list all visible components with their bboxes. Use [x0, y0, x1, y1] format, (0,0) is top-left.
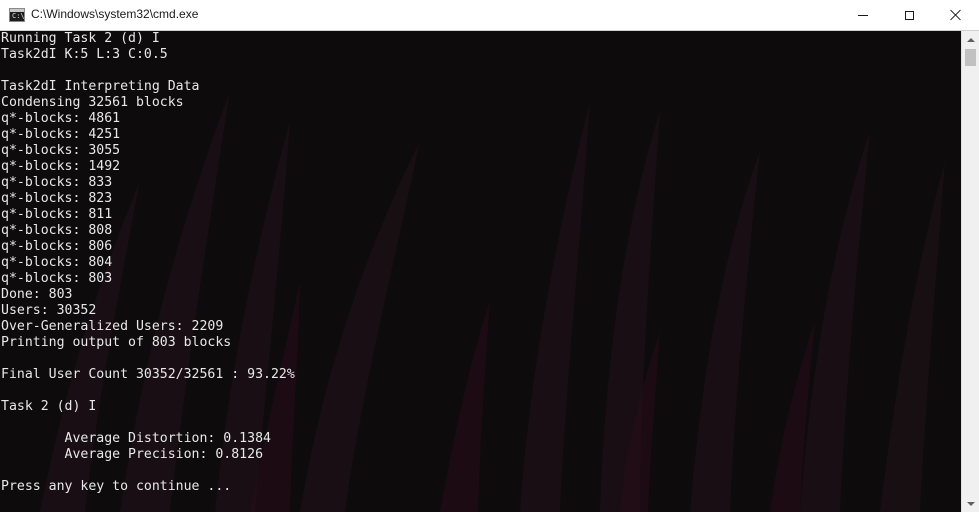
console-line: Final User Count 30352/32561 : 93.22% [1, 367, 295, 382]
close-icon [950, 9, 962, 21]
console-line: q*-blocks: 808 [1, 223, 113, 238]
console-line: Task2dI K:5 L:3 C:0.5 [1, 47, 168, 62]
console-line: Over-Generalized Users: 2209 [1, 319, 224, 334]
window-title: C:\Windows\system32\cmd.exe [31, 7, 199, 21]
cmd-icon[interactable]: C:\ [9, 8, 25, 22]
console-line: Task2dI Interpreting Data [1, 79, 200, 94]
minimize-icon [858, 14, 868, 16]
scroll-down-button[interactable] [962, 495, 979, 512]
console-output-area[interactable]: Running Task 2 (d) I Task2dI K:5 L:3 C:0.… [0, 31, 961, 512]
console-line: Average Precision: 0.8126 [1, 447, 264, 462]
console-line: q*-blocks: 811 [1, 207, 113, 222]
console-line: q*-blocks: 1492 [1, 159, 121, 174]
console-line: Press any key to continue ... [1, 479, 232, 494]
console-line: q*-blocks: 804 [1, 255, 113, 270]
console-text: Running Task 2 (d) I Task2dI K:5 L:3 C:0.… [1, 31, 295, 495]
title-bar[interactable]: C:\ C:\Windows\system32\cmd.exe [0, 0, 979, 31]
cmd-window: C:\ C:\Windows\system32\cmd.exe Running … [0, 0, 979, 512]
scroll-up-button[interactable] [962, 31, 979, 48]
console-line: Printing output of 803 blocks [1, 335, 232, 350]
console-line: q*-blocks: 806 [1, 239, 113, 254]
scroll-thumb[interactable] [965, 49, 976, 66]
console-line: q*-blocks: 823 [1, 191, 113, 206]
down-arrow-icon [966, 501, 975, 506]
console-line: q*-blocks: 4251 [1, 127, 121, 142]
console-line: q*-blocks: 4861 [1, 111, 121, 126]
up-arrow-icon [966, 37, 975, 42]
console-line: q*-blocks: 3055 [1, 143, 121, 158]
close-button[interactable] [932, 0, 979, 30]
console-line: Average Distortion: 0.1384 [1, 431, 271, 446]
console-line: Done: 803 [1, 287, 73, 302]
console-line: Running Task 2 (d) I [1, 31, 160, 46]
console-line: Task 2 (d) I [1, 399, 97, 414]
minimize-button[interactable] [840, 0, 886, 30]
console-line: Users: 30352 [1, 303, 97, 318]
maximize-button[interactable] [886, 0, 932, 30]
vertical-scrollbar[interactable] [961, 31, 979, 512]
maximize-icon [904, 10, 914, 20]
console-line: Condensing 32561 blocks [1, 95, 184, 110]
console-line: q*-blocks: 803 [1, 271, 113, 286]
console-line: q*-blocks: 833 [1, 175, 113, 190]
